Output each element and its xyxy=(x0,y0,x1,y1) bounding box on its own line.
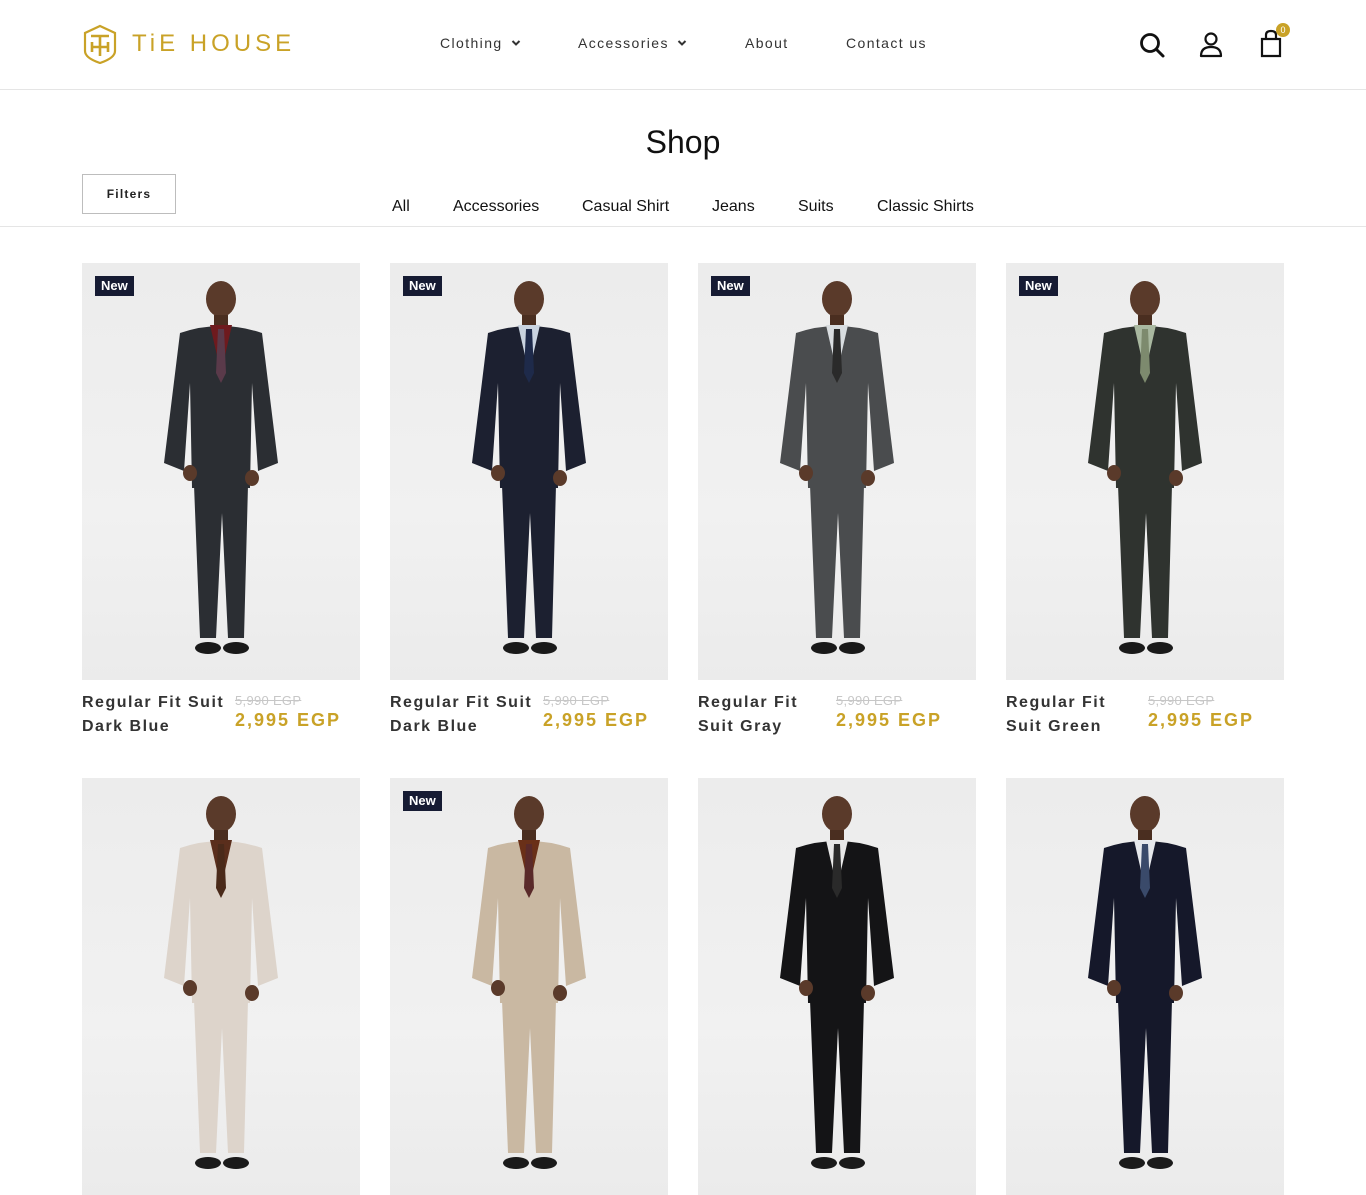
category-tabs: All Accessories Casual Shirt Jeans Suits… xyxy=(0,198,1366,218)
product-card[interactable]: New Regular Fit Suit Green 5,990 EGP 2,995 E… xyxy=(1006,263,1284,735)
product-image[interactable]: New xyxy=(1006,263,1284,680)
product-name[interactable]: Regular Fit Suit Gray xyxy=(698,691,798,739)
tab-suits[interactable]: Suits xyxy=(798,198,834,216)
original-price: 5,990 EGP xyxy=(1148,693,1215,708)
page-title: Shop xyxy=(645,124,721,160)
model-figure xyxy=(780,796,894,1169)
sale-price: 2,995 EGP xyxy=(543,710,650,730)
tab-accessories[interactable]: Accessories xyxy=(453,198,539,216)
product-name-line2: Suit Gray xyxy=(698,718,783,735)
product-image[interactable]: New xyxy=(698,263,976,680)
product-name-line1: Regular Fit xyxy=(1006,694,1107,711)
product-card[interactable]: New Regular Fit Suit Dark Blue 5,990 EGP 2,9… xyxy=(82,263,360,735)
product-name-line1: Regular Fit Suit xyxy=(390,694,533,711)
model-figure xyxy=(1088,796,1202,1169)
product-image[interactable] xyxy=(82,778,360,1195)
nav-item-contact[interactable]: Contact us xyxy=(846,35,927,51)
model-figure xyxy=(1088,281,1202,654)
product-card[interactable] xyxy=(698,778,976,1195)
nav-item-label: Contact us xyxy=(846,35,927,51)
chevron-down-icon xyxy=(677,40,687,46)
original-price: 5,990 EGP xyxy=(836,693,903,708)
original-price: 5,990 EGP xyxy=(235,693,302,708)
user-icon[interactable] xyxy=(1197,28,1225,60)
new-badge: New xyxy=(711,276,750,296)
product-card[interactable]: New Regular Fit Suit Dark Blue 5,990 EGP 2,9… xyxy=(390,263,668,735)
product-card[interactable]: New xyxy=(390,778,668,1195)
tab-jeans[interactable]: Jeans xyxy=(712,198,755,216)
site-header: TiE HOUSE Clothing Accessories About Con… xyxy=(0,0,1366,90)
sale-price: 2,995 EGP xyxy=(836,710,943,730)
divider xyxy=(0,226,1366,227)
product-image[interactable]: New xyxy=(390,778,668,1195)
original-price: 5,990 EGP xyxy=(543,693,610,708)
nav-item-label: About xyxy=(745,35,789,51)
model-figure xyxy=(472,796,586,1169)
cart-count-badge: 0 xyxy=(1276,23,1290,37)
product-name-line2: Dark Blue xyxy=(390,718,479,735)
nav-item-accessories[interactable]: Accessories xyxy=(578,35,687,51)
product-image[interactable]: New xyxy=(390,263,668,680)
search-icon[interactable] xyxy=(1138,28,1166,60)
new-badge: New xyxy=(403,791,442,811)
nav-item-label: Accessories xyxy=(578,35,669,51)
product-name[interactable]: Regular Fit Suit Green xyxy=(1006,691,1106,739)
sale-price: 2,995 EGP xyxy=(235,710,342,730)
new-badge: New xyxy=(403,276,442,296)
product-name-line2: Suit Green xyxy=(1006,718,1102,735)
product-name-line1: Regular Fit xyxy=(698,694,799,711)
product-image[interactable] xyxy=(1006,778,1284,1195)
new-badge: New xyxy=(1019,276,1058,296)
nav-item-clothing[interactable]: Clothing xyxy=(440,35,521,51)
model-figure xyxy=(164,281,278,654)
product-name[interactable]: Regular Fit Suit Dark Blue xyxy=(82,691,224,739)
product-card[interactable]: New Regular Fit Suit Gray 5,990 EGP 2,995 EG… xyxy=(698,263,976,735)
chevron-down-icon xyxy=(511,40,520,46)
tab-casual-shirt[interactable]: Casual Shirt xyxy=(582,198,669,216)
product-image[interactable] xyxy=(698,778,976,1195)
model-figure xyxy=(164,796,278,1169)
nav-item-about[interactable]: About xyxy=(745,35,789,51)
product-image[interactable]: New xyxy=(82,263,360,680)
new-badge: New xyxy=(95,276,134,296)
model-figure xyxy=(472,281,586,654)
product-card[interactable] xyxy=(82,778,360,1195)
nav-item-label: Clothing xyxy=(440,35,503,51)
tab-all[interactable]: All xyxy=(392,198,410,216)
product-name-line2: Dark Blue xyxy=(82,718,171,735)
model-figure xyxy=(780,281,894,654)
product-name[interactable]: Regular Fit Suit Dark Blue xyxy=(390,691,532,739)
tab-classic-shirts[interactable]: Classic Shirts xyxy=(877,198,974,216)
product-card[interactable] xyxy=(1006,778,1284,1195)
sale-price: 2,995 EGP xyxy=(1148,710,1255,730)
product-name-line1: Regular Fit Suit xyxy=(82,694,225,711)
